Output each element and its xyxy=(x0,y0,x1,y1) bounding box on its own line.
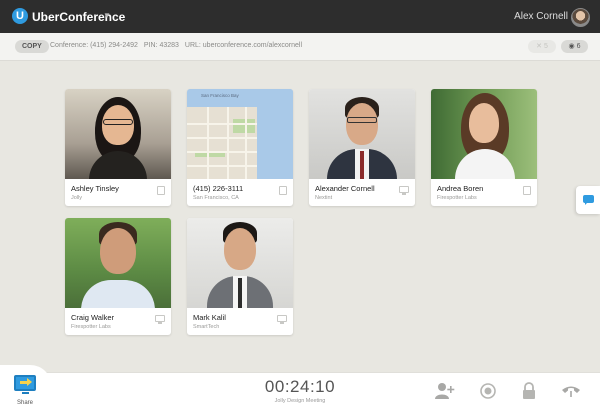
hang-up-phone-icon xyxy=(562,386,580,397)
participant-card[interactable]: Mark Kalil SmartTech xyxy=(187,218,293,335)
participant-name: Ashley Tinsley xyxy=(71,184,119,193)
participant-photo xyxy=(65,218,171,308)
conference-pin: PIN: 43283 xyxy=(143,42,179,49)
meeting-name: Jolly Design Meeting xyxy=(274,398,326,404)
participant-photo xyxy=(65,89,171,179)
phone-icon xyxy=(279,186,287,195)
top-bar: U UberConference ▼ Alex Cornell xyxy=(0,0,600,33)
map-label: San Francisco Bay xyxy=(201,93,239,98)
copy-button[interactable]: COPY xyxy=(15,40,49,53)
participant-company: Nextint xyxy=(315,195,333,201)
computer-icon xyxy=(399,186,409,195)
record-icon xyxy=(480,383,496,399)
participant-company: Jolly xyxy=(71,195,83,201)
participant-name: Andrea Boren xyxy=(437,184,484,193)
participant-photo xyxy=(309,89,415,179)
add-person-icon xyxy=(435,383,455,399)
muted-count-pill[interactable]: ✕ 5 xyxy=(528,40,556,53)
conference-number: Conference: (415) 294-2492 xyxy=(50,42,138,49)
participant-card[interactable]: San Francisco Bay (415) 226-3111 San Fra… xyxy=(187,89,293,206)
computer-icon xyxy=(155,315,165,324)
participant-photo xyxy=(187,218,293,308)
chat-bubble-icon xyxy=(583,195,594,205)
participant-location: San Francisco, CA xyxy=(193,195,239,201)
conference-url: URL: uberconference.com/alexcornell xyxy=(184,42,303,49)
conference-details: Conference: (415) 294-2492 PIN: 43283 UR… xyxy=(50,42,306,49)
participant-card[interactable]: Alexander Cornell Nextint xyxy=(309,89,415,206)
add-participant-button[interactable] xyxy=(435,382,455,400)
views-count-pill[interactable]: ◉ 6 xyxy=(561,40,588,53)
record-button[interactable] xyxy=(479,382,497,400)
participant-name: Craig Walker xyxy=(71,313,115,322)
participant-card[interactable]: Craig Walker Firespotter Labs xyxy=(65,218,171,335)
participant-company: SmartTech xyxy=(193,324,220,330)
lock-conference-button[interactable] xyxy=(521,382,539,400)
call-controls-bar: Share 00:24:10 Jolly Design Meeting xyxy=(0,365,600,411)
user-avatar[interactable] xyxy=(571,8,590,27)
participant-company: Firespotter Labs xyxy=(437,195,477,201)
participant-name: (415) 226-3111 xyxy=(193,184,244,193)
conference-info-bar: COPY Conference: (415) 294-2492 PIN: 432… xyxy=(0,33,600,61)
participant-company: Firespotter Labs xyxy=(71,324,111,330)
chat-tab[interactable] xyxy=(576,186,600,214)
muted-icon: ✕ xyxy=(536,43,542,50)
phone-icon xyxy=(523,186,531,195)
participant-name: Alexander Cornell xyxy=(315,184,375,193)
call-timer: 00:24:10 xyxy=(264,377,336,396)
hang-up-button[interactable] xyxy=(561,382,580,400)
location-map: San Francisco Bay xyxy=(187,89,293,179)
participant-card[interactable]: Ashley Tinsley Jolly xyxy=(65,89,171,206)
phone-icon xyxy=(157,186,165,195)
eye-icon: ◉ xyxy=(568,43,575,50)
participant-card[interactable]: Andrea Boren Firespotter Labs xyxy=(431,89,537,206)
uberconference-logo-icon: U xyxy=(12,8,28,24)
user-name[interactable]: Alex Cornell xyxy=(514,11,568,22)
participant-photo xyxy=(431,89,537,179)
participant-name: Mark Kalil xyxy=(193,313,226,322)
app-menu-caret-icon[interactable]: ▼ xyxy=(103,11,111,20)
computer-icon xyxy=(277,315,287,324)
lock-icon xyxy=(523,382,535,399)
app-title[interactable]: UberConference xyxy=(32,10,125,24)
